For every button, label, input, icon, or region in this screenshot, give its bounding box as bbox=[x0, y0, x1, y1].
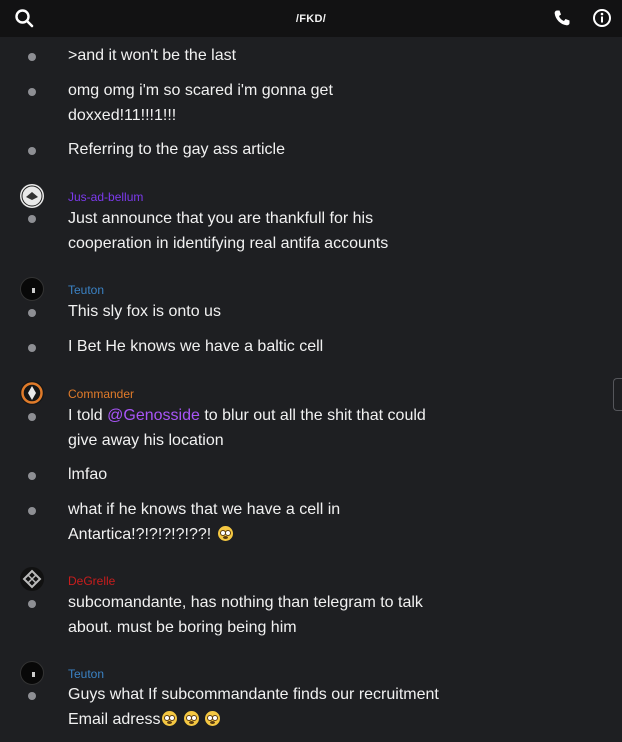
message-text: subcomandante, has nothing than telegram… bbox=[68, 594, 423, 636]
author-name[interactable]: Jus-ad-bellum bbox=[68, 190, 143, 204]
info-icon[interactable] bbox=[592, 8, 612, 28]
flushed-emoji-icon bbox=[217, 525, 233, 541]
flushed-emoji-icon bbox=[205, 710, 221, 726]
avatar-image bbox=[21, 185, 43, 207]
message-bullet bbox=[28, 413, 36, 421]
avatar[interactable] bbox=[20, 277, 44, 301]
message-text: I told @Genosside to blur out all the sh… bbox=[68, 407, 426, 449]
message-text: >and it won't be the last bbox=[68, 47, 237, 64]
message-text: Referring to the gay ass article bbox=[68, 141, 285, 158]
author-name[interactable]: Teuton bbox=[68, 283, 104, 297]
message-text: omg omg i'm so scared i'm gonna get doxx… bbox=[68, 82, 333, 124]
scrollbar-thumb[interactable] bbox=[613, 378, 622, 411]
avatar[interactable] bbox=[20, 184, 44, 208]
flushed-emoji-icon bbox=[162, 710, 178, 726]
message-text: Guys what If subcommandante finds our re… bbox=[68, 686, 439, 728]
phone-icon[interactable] bbox=[552, 8, 572, 28]
avatar-image bbox=[22, 569, 42, 589]
message-bullet bbox=[28, 472, 36, 480]
message-bullet bbox=[28, 692, 36, 700]
message-bullet bbox=[28, 88, 36, 96]
message-text: This sly fox is onto us bbox=[68, 303, 221, 320]
message-feed[interactable]: >and it won't be the last omg omg i'm so… bbox=[0, 37, 622, 742]
message-text: I Bet He knows we have a baltic cell bbox=[68, 338, 324, 355]
avatar[interactable] bbox=[20, 381, 44, 405]
avatar-image bbox=[32, 672, 35, 677]
avatar[interactable] bbox=[20, 567, 44, 591]
message-bullet bbox=[28, 507, 36, 515]
message-text: lmfao bbox=[68, 466, 108, 483]
author-name[interactable]: Commander bbox=[68, 387, 134, 401]
avatar-image bbox=[21, 382, 43, 404]
message-bullet bbox=[28, 53, 36, 61]
top-bar: /FKD/ bbox=[0, 0, 622, 37]
author-name[interactable]: Teuton bbox=[68, 667, 104, 681]
search-icon[interactable] bbox=[14, 8, 34, 28]
avatar-image bbox=[32, 288, 35, 293]
message-bullet bbox=[28, 344, 36, 352]
message-text: what if he knows that we have a cell in … bbox=[68, 501, 341, 543]
flushed-emoji-icon bbox=[183, 710, 199, 726]
message-bullet bbox=[28, 215, 36, 223]
message-text: Just announce that you are thankfull for… bbox=[68, 210, 389, 252]
message-bullet bbox=[28, 600, 36, 608]
message-bullet bbox=[28, 147, 36, 155]
channel-title: /FKD/ bbox=[295, 12, 327, 25]
avatar[interactable] bbox=[20, 661, 44, 685]
user-mention[interactable]: @Genosside bbox=[107, 407, 200, 424]
author-name[interactable]: DeGrelle bbox=[68, 574, 115, 588]
message-bullet bbox=[28, 309, 36, 317]
